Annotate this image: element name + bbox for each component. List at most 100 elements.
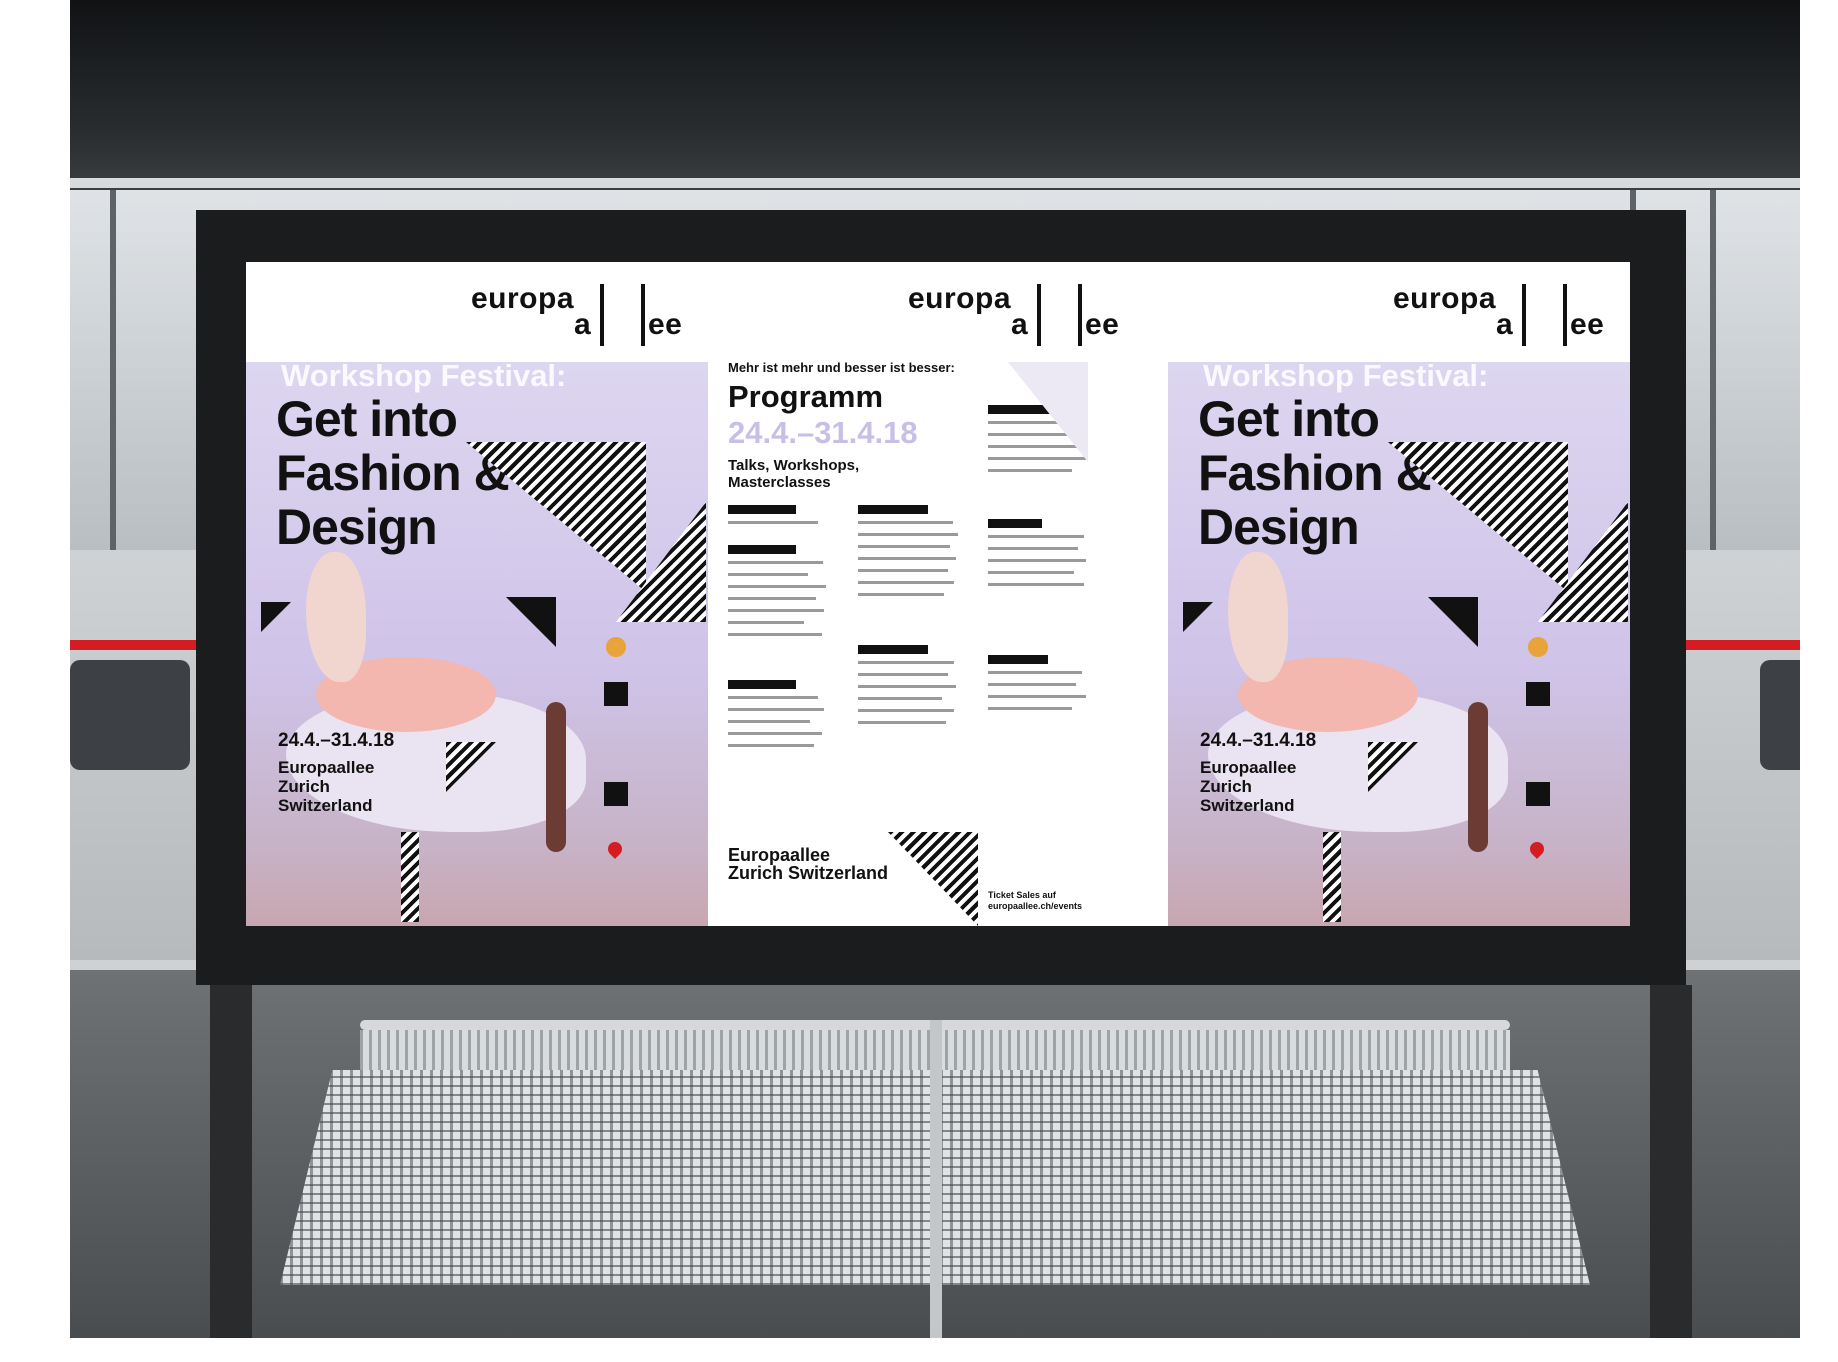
schedule-line (728, 573, 808, 576)
festival-title: Workshop Festival: (281, 358, 567, 393)
event-dates: 24.4.–31.4.18 (278, 730, 395, 751)
schedule-line (858, 709, 954, 712)
bottom-title: Europaallee Zurich Switzerland (728, 846, 888, 882)
programme-title: Programm (728, 379, 884, 414)
schedule-line (728, 720, 810, 723)
bottom-title-line: Zurich Switzerland (728, 863, 889, 883)
logo-bar (1078, 284, 1082, 346)
day-tag (858, 645, 928, 654)
schedule-line (858, 521, 953, 524)
roof-beam (70, 178, 1800, 188)
ticket-line: Ticket Sales auf (988, 890, 1056, 900)
schedule-line (728, 732, 822, 735)
striped-triangle (888, 832, 978, 926)
schedule-line (858, 557, 956, 560)
train-window (70, 660, 190, 770)
logo-text: ee (1085, 308, 1120, 341)
subtitle-line: Talks, Workshops, (728, 457, 860, 474)
headline-line: Fashion & (1198, 445, 1432, 501)
schedule-line (858, 569, 948, 572)
logo-text: a (1496, 308, 1514, 341)
place-line: Zurich (278, 777, 330, 796)
logo-text: europa (1393, 282, 1497, 315)
event-place: Europaallee Zurich Switzerland (1200, 758, 1296, 815)
place-line: Switzerland (1200, 796, 1295, 815)
headline: Get into Fashion & Design (1198, 391, 1432, 555)
schedule-line (988, 559, 1086, 562)
headline-line: Get into (276, 391, 458, 447)
headline-line: Design (1198, 499, 1360, 555)
schedule-line (858, 581, 954, 584)
figure-hair (546, 702, 566, 852)
ticket-info: Ticket Sales auf europaallee.ch/events (988, 890, 1082, 912)
schedule-line (728, 708, 824, 711)
skylight-bar (110, 190, 116, 550)
schedule-line (988, 535, 1084, 538)
schedule-line (858, 685, 956, 688)
schedule-line (858, 673, 948, 676)
schedule-line (728, 521, 818, 524)
logo-text: a (1011, 308, 1029, 341)
schedule-line (728, 621, 804, 624)
right-poster: europa a ee Workshop Festival: Get into … (1168, 262, 1630, 926)
left-poster: europa a ee Workshop Festival: Get into … (246, 262, 708, 926)
logo-text: europa (908, 282, 1012, 315)
schedule-line (988, 707, 1072, 710)
sponsor-logo (604, 682, 628, 706)
station-scene: europa a ee Workshop Festival: Get into … (70, 0, 1800, 1338)
event-dates: 24.4.–31.4.18 (1200, 730, 1317, 751)
schedule-line (728, 597, 816, 600)
sponsor-logo (606, 637, 626, 657)
schedule-line (858, 533, 958, 536)
billboard-leg (210, 985, 252, 1338)
schedule-line (728, 585, 826, 588)
schedule-line (988, 469, 1072, 472)
logo-bar (1522, 284, 1526, 346)
schedule-line (728, 609, 824, 612)
headline-line: Fashion & (276, 445, 510, 501)
schedule-line (858, 593, 944, 596)
logo-bar (1037, 284, 1041, 346)
place-line: Switzerland (278, 796, 373, 815)
sponsor-logo (1526, 782, 1550, 806)
headline-line: Design (276, 499, 438, 555)
headline: Get into Fashion & Design (276, 391, 510, 555)
schedule-line (988, 547, 1078, 550)
bench-divider (930, 1020, 942, 1338)
place-line: Europaallee (1200, 758, 1297, 777)
subtitle-line: Masterclasses (728, 474, 831, 491)
figure-hair (1468, 702, 1488, 852)
logo-bar (600, 284, 604, 346)
programme-dates: 24.4.–31.4.18 (728, 415, 918, 450)
schedule-line (988, 583, 1084, 586)
headline-line: Get into (1198, 391, 1380, 447)
schedule-line (728, 696, 818, 699)
billboard-panel: europa a ee Workshop Festival: Get into … (246, 262, 1630, 926)
festival-title: Workshop Festival: (1203, 358, 1489, 393)
logo-text: europa (471, 282, 575, 315)
schedule-line (988, 457, 1086, 460)
schedule-line (858, 697, 942, 700)
bottom-title-line: Europaallee (728, 845, 831, 865)
schedule-line (728, 744, 814, 747)
logo-text: ee (648, 308, 683, 341)
schedule-line (728, 633, 822, 636)
station-roof (70, 0, 1800, 190)
day-tag (858, 505, 928, 514)
schedule-line (988, 683, 1076, 686)
billboard-leg (1650, 985, 1692, 1338)
striped-column (401, 832, 419, 922)
schedule-line (988, 695, 1086, 698)
schedule-line (988, 445, 1078, 448)
day-tag (728, 545, 796, 554)
schedule-line (988, 671, 1082, 674)
schedule-line (858, 721, 946, 724)
schedule-line (858, 661, 954, 664)
train-window (1760, 660, 1800, 770)
event-place: Europaallee Zurich Switzerland (278, 758, 374, 815)
center-poster: europa a ee Mehr ist mehr und besser ist… (708, 262, 1119, 926)
intro-text: Mehr ist mehr und besser ist besser: (728, 360, 955, 375)
schedule-line (988, 571, 1074, 574)
ticket-line: europaallee.ch/events (988, 901, 1083, 911)
day-tag (988, 655, 1048, 664)
